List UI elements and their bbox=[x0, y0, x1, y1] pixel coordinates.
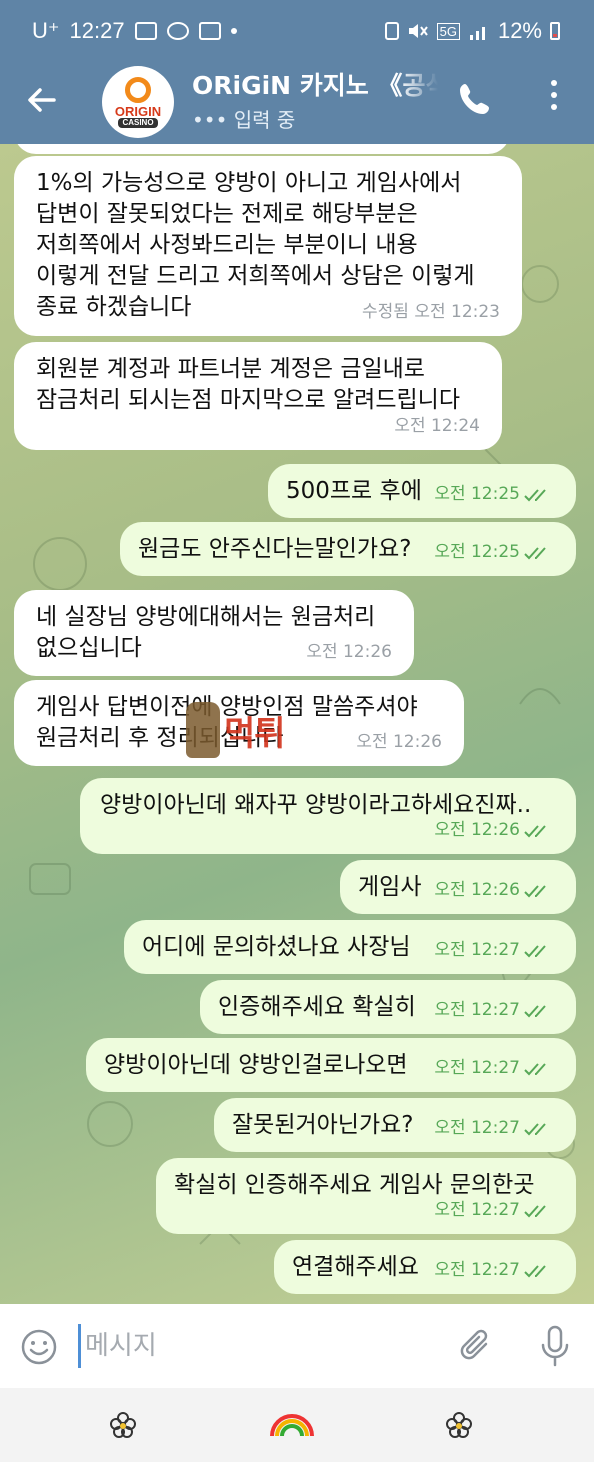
clock: 12:27 bbox=[69, 18, 125, 43]
message-text: 잘못된거아닌가요? bbox=[232, 1112, 414, 1138]
double-check-icon bbox=[524, 1204, 546, 1217]
message-incoming[interactable]: 1%의 가능성으로 양방이 아니고 게임사에서 답변이 잘못되었다는 전제로 해… bbox=[14, 156, 522, 336]
message-time: 오전 12:26 bbox=[434, 815, 554, 846]
double-check-icon bbox=[524, 884, 546, 897]
avatar-brand: ORIGIN bbox=[114, 103, 162, 119]
status-bar: U⁺ 12:27 5G 12% bbox=[0, 0, 594, 60]
paperclip-icon[interactable] bbox=[456, 1326, 496, 1366]
message-input[interactable] bbox=[78, 1324, 438, 1368]
message-text: 인증해주세요 확실히 bbox=[218, 994, 416, 1020]
message-time: 오전 12:27 bbox=[434, 1195, 554, 1226]
message-outgoing[interactable]: 인증해주세요 확실히 오전 12:27 bbox=[200, 980, 576, 1034]
previous-message-bubble bbox=[14, 144, 510, 154]
mascot-icon bbox=[186, 702, 220, 758]
message-text: 양방이아닌데 양방인걸로나오면 bbox=[104, 1052, 408, 1078]
double-check-icon bbox=[524, 1122, 546, 1135]
message-time: 수정됨 오전 12:23 bbox=[362, 302, 500, 322]
phone-icon[interactable] bbox=[456, 80, 494, 118]
message-outgoing[interactable]: 확실히 인증해주세요 게임사 문의한곳 오전 12:27 bbox=[156, 1158, 576, 1234]
signal-icon bbox=[469, 27, 485, 40]
message-time: 오전 12:26 bbox=[434, 875, 554, 906]
avatar-sub: CASINO bbox=[118, 117, 158, 128]
message-outgoing[interactable]: 연결해주세요 오전 12:27 bbox=[274, 1240, 576, 1294]
watermark-text: 먹튀 bbox=[224, 713, 286, 754]
lock-icon bbox=[384, 22, 399, 40]
message-time: 오전 12:25 bbox=[434, 479, 554, 510]
flower-icon[interactable] bbox=[108, 1410, 138, 1440]
message-text: 원금도 안주신다는말인가요? bbox=[138, 536, 412, 562]
talk-notification-icon bbox=[166, 22, 189, 40]
message-text: 어디에 문의하셨나요 사장님 bbox=[142, 934, 411, 960]
watermark: 먹튀 bbox=[186, 702, 286, 758]
message-text: 연결해주세요 bbox=[292, 1254, 419, 1280]
message-time: 오전 12:27 bbox=[434, 1255, 554, 1286]
double-check-icon bbox=[524, 488, 546, 501]
message-time: 오전 12:27 bbox=[434, 995, 554, 1026]
message-time: 오전 12:26 bbox=[356, 732, 442, 752]
more-notifications-icon bbox=[230, 28, 237, 34]
emoji-icon[interactable] bbox=[20, 1328, 58, 1366]
message-time: 오전 12:24 bbox=[394, 416, 480, 436]
chat-title[interactable]: ORiGiN 카지노 《공식 bbox=[192, 66, 438, 102]
system-nav-bar bbox=[0, 1388, 594, 1462]
message-outgoing[interactable]: 원금도 안주신다는말인가요? 오전 12:25 bbox=[120, 522, 576, 576]
rainbow-icon[interactable] bbox=[268, 1410, 316, 1440]
flower-icon[interactable] bbox=[444, 1410, 474, 1440]
battery-icon bbox=[550, 22, 560, 40]
network-type: 5G bbox=[436, 22, 460, 40]
arrow-left-icon[interactable] bbox=[24, 82, 60, 118]
message-outgoing[interactable]: 500프로 후에 오전 12:25 bbox=[268, 464, 576, 518]
message-time: 오전 12:26 bbox=[306, 642, 392, 662]
double-check-icon bbox=[524, 1004, 546, 1017]
microphone-icon[interactable] bbox=[538, 1324, 572, 1368]
message-outgoing[interactable]: 양방이아닌데 양방인걸로나오면 오전 12:27 bbox=[86, 1038, 576, 1092]
more-vertical-icon[interactable] bbox=[544, 80, 564, 120]
message-time: 오전 12:27 bbox=[434, 935, 554, 966]
avatar[interactable]: ORIGIN CASINO bbox=[102, 66, 174, 138]
battery-level: 12% bbox=[497, 18, 542, 43]
message-list[interactable]: 1%의 가능성으로 양방이 아니고 게임사에서 답변이 잘못되었다는 전제로 해… bbox=[0, 144, 594, 1304]
message-time: 오전 12:27 bbox=[434, 1113, 554, 1144]
double-check-icon bbox=[524, 944, 546, 957]
gallery-notification-icon bbox=[134, 22, 157, 40]
double-check-icon bbox=[524, 1062, 546, 1075]
message-incoming[interactable]: 회원분 계정과 파트너분 계정은 금일내로 잠금처리 되시는점 마지막으로 알려… bbox=[14, 342, 502, 450]
message-text: 500프로 후에 bbox=[286, 478, 422, 504]
message-outgoing[interactable]: 잘못된거아닌가요? 오전 12:27 bbox=[214, 1098, 576, 1152]
double-check-icon bbox=[524, 546, 546, 559]
message-incoming[interactable]: 네 실장님 양방에대해서는 원금처리 없으십니다 오전 12:26 bbox=[14, 590, 414, 676]
double-check-icon bbox=[524, 1264, 546, 1277]
chat-header: ORIGIN CASINO ORiGiN 카지노 《공식 ••• 입력 중 bbox=[0, 60, 594, 144]
message-outgoing[interactable]: 어디에 문의하셨나요 사장님 오전 12:27 bbox=[124, 920, 576, 974]
message-time: 오전 12:27 bbox=[434, 1053, 554, 1084]
message-time: 오전 12:25 bbox=[434, 537, 554, 568]
logo-ring-icon bbox=[125, 76, 151, 103]
composer bbox=[0, 1304, 594, 1388]
carrier-label: U⁺ bbox=[32, 18, 60, 43]
message-text: 게임사 bbox=[358, 874, 422, 900]
mute-icon bbox=[408, 24, 428, 38]
message-outgoing[interactable]: 양방이아닌데 왜자꾸 양방이라고하세요진짜.. 오전 12:26 bbox=[80, 778, 576, 854]
calendar-notification-icon bbox=[198, 22, 221, 40]
message-outgoing[interactable]: 게임사 오전 12:26 bbox=[340, 860, 576, 914]
typing-status: ••• 입력 중 bbox=[192, 108, 296, 132]
double-check-icon bbox=[524, 824, 546, 837]
message-text: 회원분 계정과 파트너분 계정은 금일내로 잠금처리 되시는점 마지막으로 알려… bbox=[36, 356, 460, 413]
